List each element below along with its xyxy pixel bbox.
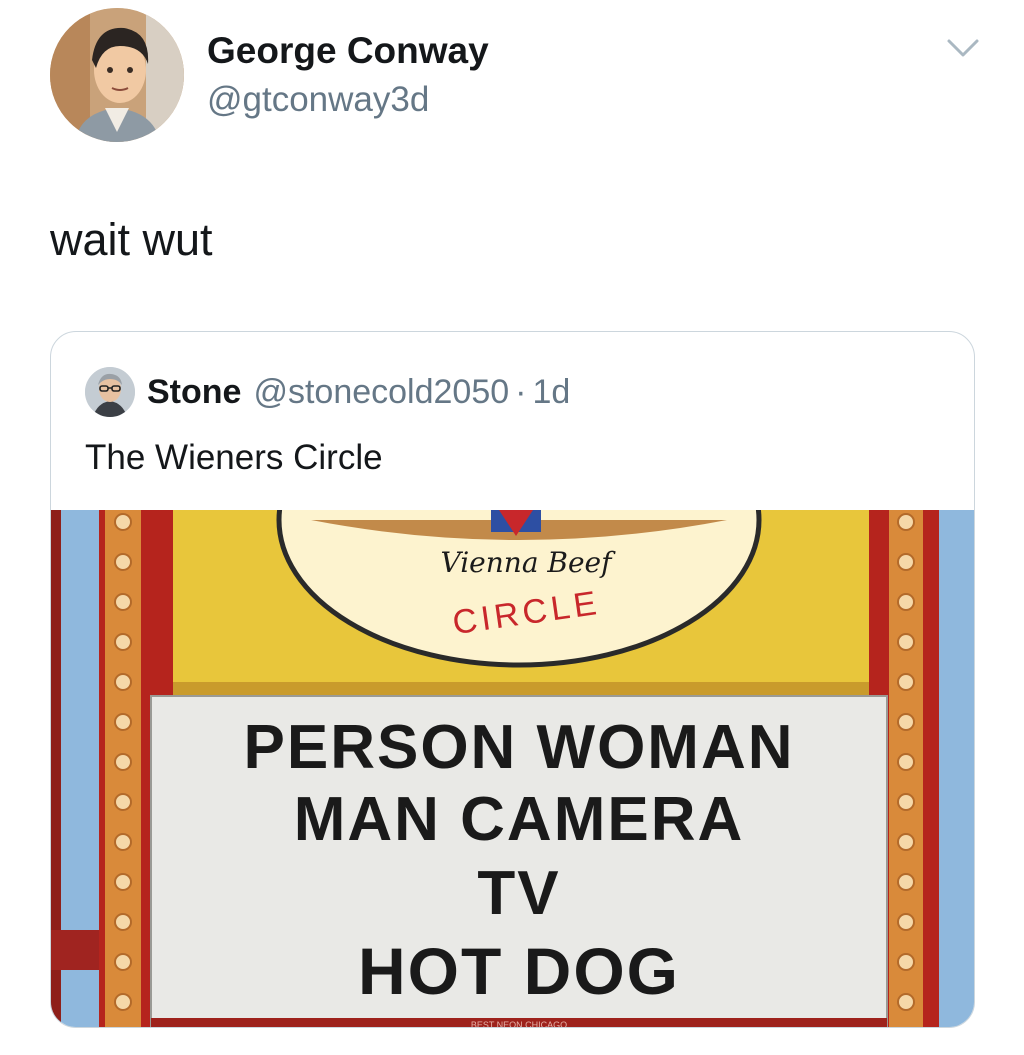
- author-avatar-illustration: [50, 8, 184, 142]
- quoted-tweet-header: Stone @stonecold2050 · 1d: [85, 366, 570, 418]
- marquee-line-2: MAN CAMERA: [294, 785, 745, 854]
- tweet-text: wait wut: [50, 214, 213, 265]
- quoted-author-name[interactable]: Stone: [147, 373, 241, 412]
- quoted-tweet-card[interactable]: Stone @stonecold2050 · 1d The Wieners Ci…: [50, 331, 975, 1028]
- author-name[interactable]: George Conway: [207, 30, 489, 72]
- quoted-author-handle[interactable]: @stonecold2050: [253, 373, 509, 412]
- quoted-author-avatar[interactable]: [85, 367, 135, 417]
- marquee-line-4: HOT DOG: [358, 934, 680, 1008]
- sign-brand: Vienna Beef: [441, 546, 617, 579]
- quoted-tweet-photo[interactable]: Vienna Beef CIRCLE PERSON WOMAN MAN CAME…: [51, 372, 974, 1028]
- separator-dot: ·: [515, 372, 527, 411]
- sign-photo: Vienna Beef CIRCLE PERSON WOMAN MAN CAME…: [51, 372, 974, 1028]
- chevron-down-icon[interactable]: [946, 36, 980, 60]
- author-avatar[interactable]: [50, 8, 184, 142]
- quoted-timestamp[interactable]: 1d: [532, 373, 570, 412]
- marquee-line-3: TV: [477, 859, 560, 928]
- sign-footer: BEST NEON CHICAGO: [471, 1020, 567, 1028]
- author-handle[interactable]: @gtconway3d: [207, 80, 429, 120]
- quoted-tweet-text: The Wieners Circle: [85, 438, 383, 477]
- marquee-line-1: PERSON WOMAN: [244, 713, 795, 782]
